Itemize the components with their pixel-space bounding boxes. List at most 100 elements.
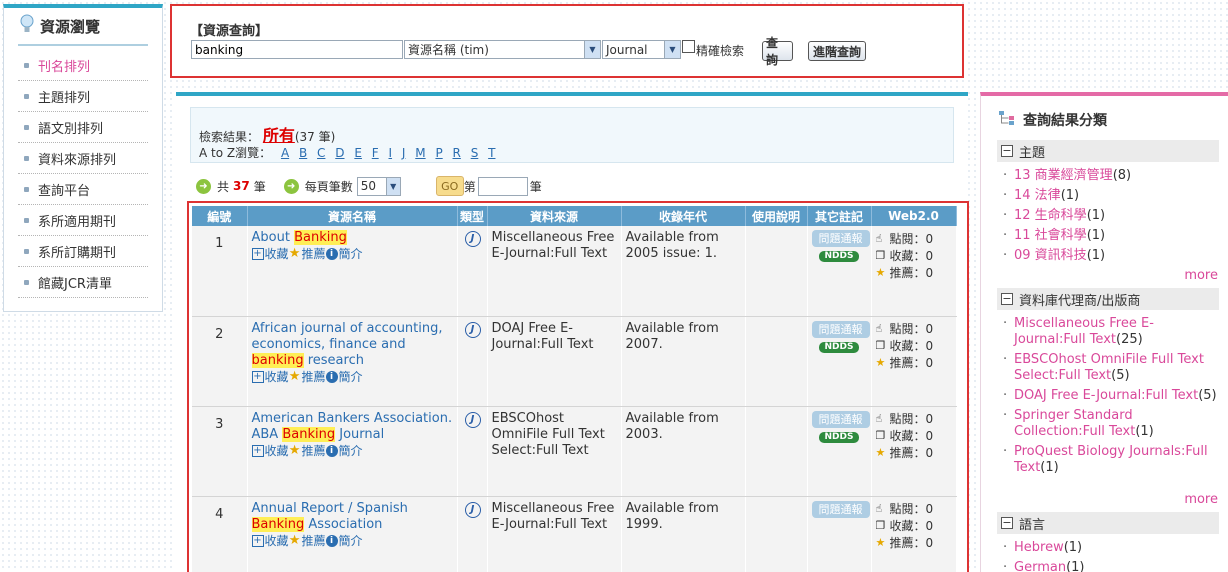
az-letter-c[interactable]: C xyxy=(317,146,325,160)
sidebar-item-dept-subscriptions[interactable]: 系所訂購期刊 xyxy=(18,236,148,267)
coverage-cell: Available from 2007. xyxy=(621,316,746,407)
collapse-icon[interactable]: − xyxy=(1001,145,1013,157)
facet-more-link[interactable]: more xyxy=(1184,492,1218,507)
az-label: A to Z瀏覽： xyxy=(199,146,272,160)
az-letter-b[interactable]: B xyxy=(299,146,307,160)
type-cell: J xyxy=(457,226,488,317)
search-input[interactable] xyxy=(191,40,403,59)
az-letter-p[interactable]: P xyxy=(435,146,442,160)
az-letter-m[interactable]: M xyxy=(415,146,425,160)
chevron-down-icon: ▼ xyxy=(584,41,600,58)
go-button[interactable]: GO xyxy=(435,176,464,196)
collect-link[interactable]: 收藏 xyxy=(265,443,289,459)
per-page-select[interactable]: 50 ▼ xyxy=(356,176,401,196)
exact-search-checkbox[interactable] xyxy=(682,40,695,53)
sidebar-item-title-order[interactable]: 刊名排列 xyxy=(18,50,148,81)
title-link[interactable]: American Bankers Association. ABA Bankin… xyxy=(252,411,452,442)
plus-box-icon: + xyxy=(251,444,264,457)
sidebar-item-subject-order[interactable]: 主題排列 xyxy=(18,81,148,112)
title-text: About xyxy=(251,230,295,245)
query-button[interactable]: 查詢 xyxy=(762,36,793,67)
az-letter-j[interactable]: J xyxy=(402,146,406,160)
col-header-title[interactable]: 資源名稱 xyxy=(247,206,458,226)
report-problem-button[interactable]: 問題通報 xyxy=(811,500,870,518)
type-select[interactable]: Journal ▼ xyxy=(602,40,681,59)
facet-item[interactable]: 11 社會科學(1) xyxy=(1001,228,1221,244)
facet-item-count: (1) xyxy=(1063,540,1083,555)
ndds-badge[interactable]: NDDS xyxy=(819,251,859,262)
result-count: (37 筆) xyxy=(294,130,336,144)
facet-item[interactable]: Springer Standard Collection:Full Text(1… xyxy=(1001,408,1221,440)
recommend-link[interactable]: 推薦 xyxy=(302,369,326,385)
recommend-link[interactable]: 推薦 xyxy=(302,533,326,549)
intro-link[interactable]: 簡介 xyxy=(339,443,363,459)
advanced-search-button[interactable]: 進階查詢 xyxy=(808,41,866,61)
az-letter-f[interactable]: F xyxy=(372,146,379,160)
collect-link[interactable]: 收藏 xyxy=(265,246,289,262)
page-number-input[interactable] xyxy=(477,176,528,196)
info-icon: i xyxy=(325,370,338,383)
facet-item[interactable]: 14 法律(1) xyxy=(1001,188,1221,204)
report-problem-button[interactable]: 問題通報 xyxy=(811,410,870,428)
intro-link[interactable]: 簡介 xyxy=(339,533,363,549)
facet-list: Hebrew(1) German(1) xyxy=(1001,540,1221,572)
az-letter-a[interactable]: A xyxy=(281,146,289,160)
collapse-icon[interactable]: − xyxy=(1001,517,1013,529)
col-header-coverage[interactable]: 收錄年代 xyxy=(621,206,746,226)
collect-link[interactable]: 收藏 xyxy=(265,533,289,549)
collect-count: 收藏：0 xyxy=(889,339,934,353)
click-count: 點閱：0 xyxy=(889,322,934,336)
facet-group-header[interactable]: − 語言 xyxy=(997,512,1219,534)
sidebar-item-language-order[interactable]: 語文別排列 xyxy=(18,112,148,143)
collect-link[interactable]: 收藏 xyxy=(265,369,289,385)
az-letter-d[interactable]: D xyxy=(335,146,344,160)
facet-item[interactable]: 12 生命科學(1) xyxy=(1001,208,1221,224)
facet-group-header[interactable]: − 主題 xyxy=(997,140,1219,162)
web20-cell: ☝ 點閱：0 ❐ 收藏：0 ★ 推薦：0 xyxy=(871,316,957,407)
title-link[interactable]: About Banking xyxy=(252,230,347,245)
facet-item[interactable]: ProQuest Biology Journals:Full Text(1) xyxy=(1001,444,1221,476)
col-header-source[interactable]: 資料來源 xyxy=(487,206,622,226)
folder-icon: ❐ xyxy=(875,248,886,262)
facet-item-label: 09 資訊科技 xyxy=(1014,248,1087,263)
usage-cell xyxy=(745,316,808,407)
facet-item[interactable]: German(1) xyxy=(1001,560,1221,572)
az-letter-r[interactable]: R xyxy=(453,146,461,160)
facet-item[interactable]: EBSCOhost OmniFile Full Text Select:Full… xyxy=(1001,352,1221,384)
az-letter-i[interactable]: I xyxy=(389,146,393,160)
title-text: research xyxy=(303,352,364,368)
col-header-type[interactable]: 類型 xyxy=(457,206,488,226)
az-browse: A to Z瀏覽： A B C D E F I J M P R S T xyxy=(199,144,495,161)
az-letter-t[interactable]: T xyxy=(488,146,495,160)
facet-item[interactable]: Miscellaneous Free E-Journal:Full Text(2… xyxy=(1001,316,1221,348)
all-results-link[interactable]: 所有 xyxy=(263,126,295,145)
intro-link[interactable]: 簡介 xyxy=(339,369,363,385)
title-link[interactable]: African journal of accounting, economics… xyxy=(251,321,443,368)
report-problem-button[interactable]: 問題通報 xyxy=(811,320,870,338)
facet-item[interactable]: Hebrew(1) xyxy=(1001,540,1221,556)
collapse-icon[interactable]: − xyxy=(1001,293,1013,305)
ndds-badge[interactable]: NDDS xyxy=(819,431,859,443)
results-panel: 檢索結果： 所有(37 筆) A to Z瀏覽： A B C D E F I J… xyxy=(176,92,969,572)
sidebar-item-platform[interactable]: 查詢平台 xyxy=(18,174,148,205)
facet-item[interactable]: 09 資訊科技(1) xyxy=(1001,248,1221,264)
ndds-badge[interactable]: NDDS xyxy=(819,341,859,353)
facet-more-link[interactable]: more xyxy=(1184,268,1218,283)
report-problem-button[interactable]: 問題通報 xyxy=(811,230,870,247)
col-header-number[interactable]: 編號 xyxy=(192,206,248,226)
intro-link[interactable]: 簡介 xyxy=(339,246,363,262)
facet-item[interactable]: 13 商業經濟管理(8) xyxy=(1001,168,1221,184)
sidebar-item-source-order[interactable]: 資料來源排列 xyxy=(18,143,148,174)
az-letter-s[interactable]: S xyxy=(471,146,479,160)
sidebar-item-dept-journals[interactable]: 系所適用期刊 xyxy=(18,205,148,236)
field-select[interactable]: 資源名稱 (tim) ▼ xyxy=(404,40,601,59)
title-cell: African journal of accounting, economics… xyxy=(247,316,458,407)
facet-item[interactable]: DOAJ Free E-Journal:Full Text(5) xyxy=(1001,388,1221,404)
recommend-link[interactable]: 推薦 xyxy=(302,246,326,262)
facet-group-header[interactable]: − 資料庫代理商/出版商 xyxy=(997,288,1219,310)
az-letter-e[interactable]: E xyxy=(354,146,362,160)
facet-item-label: 12 生命科學 xyxy=(1014,208,1087,223)
recommend-link[interactable]: 推薦 xyxy=(302,443,326,459)
sidebar-item-jcr-list[interactable]: 館藏JCR清單 xyxy=(18,267,148,298)
title-link[interactable]: Annual Report / Spanish Banking Associat… xyxy=(251,501,408,532)
